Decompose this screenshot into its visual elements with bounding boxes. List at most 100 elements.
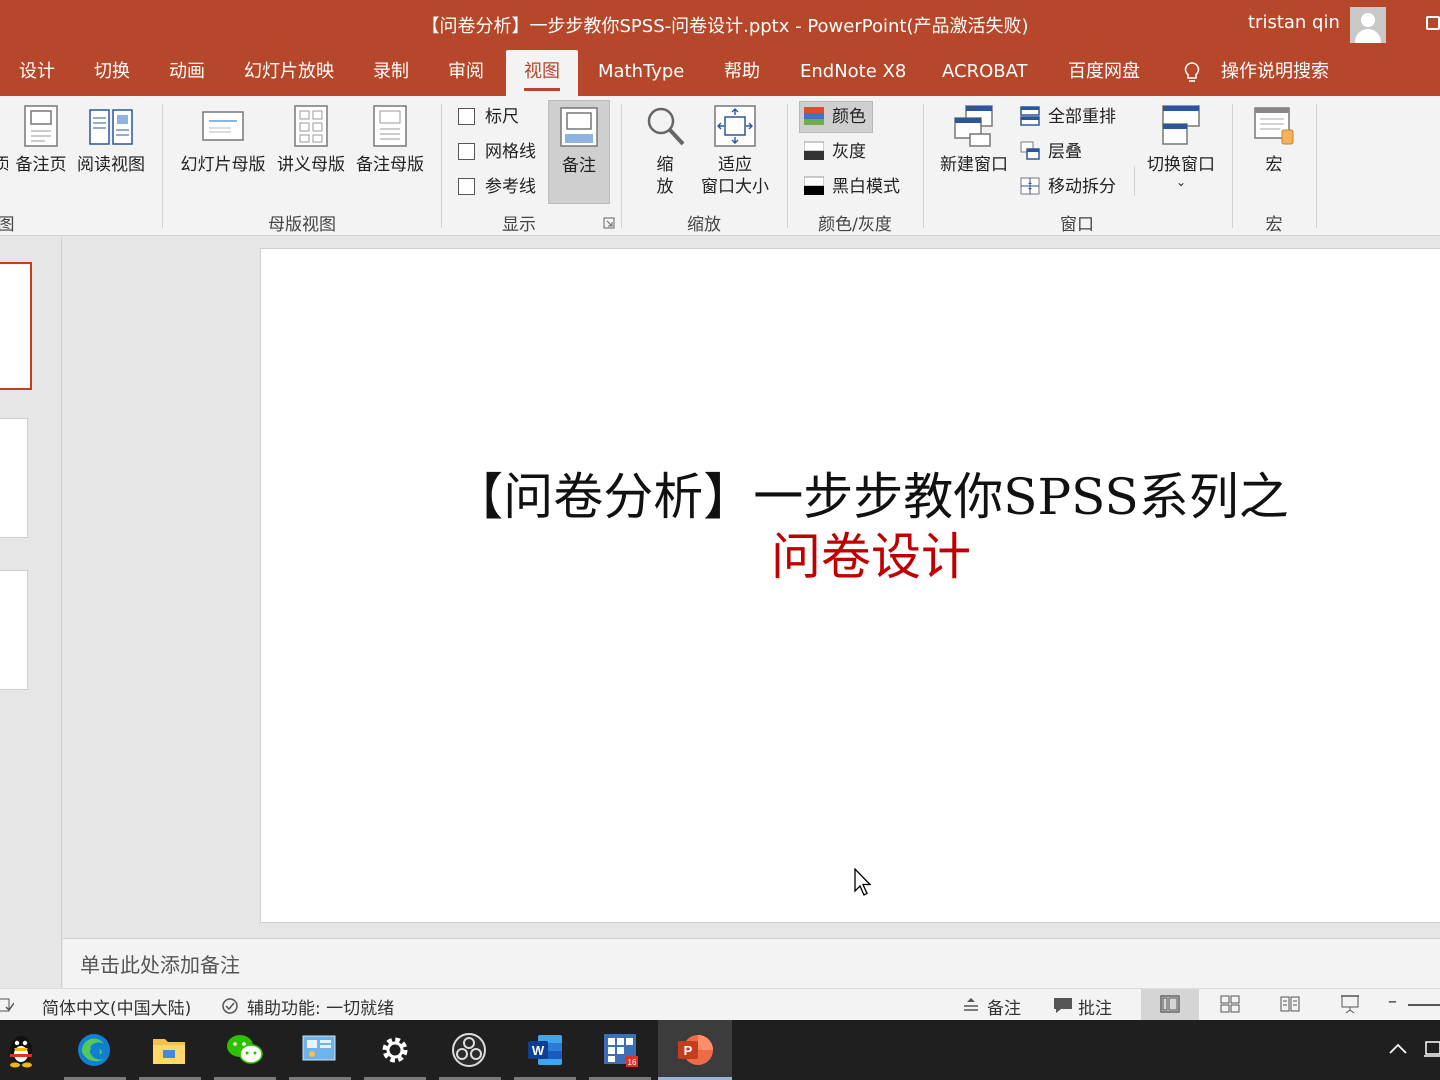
- switch-windows-icon: [1162, 105, 1200, 145]
- tab-acrobat[interactable]: ACROBAT: [927, 50, 1043, 96]
- accessibility-status[interactable]: 辅助功能: 一切就绪: [247, 994, 394, 1019]
- notes-status-button[interactable]: 备注: [987, 994, 1021, 1019]
- slideshow-view-button[interactable]: [1321, 989, 1379, 1021]
- reading-view-status-button[interactable]: [1261, 989, 1319, 1021]
- taskbar-file-explorer[interactable]: [139, 1020, 213, 1080]
- grayscale-button[interactable]: 灰度: [804, 137, 866, 167]
- taskbar-control-panel[interactable]: [289, 1020, 363, 1080]
- powerpoint-icon: P: [678, 1035, 713, 1065]
- comments-status-button[interactable]: 批注: [1078, 994, 1112, 1019]
- macros-button[interactable]: 宏: [1246, 104, 1302, 176]
- taskbar-powerpoint[interactable]: P: [658, 1020, 732, 1080]
- zoom-button[interactable]: 缩放: [638, 104, 692, 198]
- chevron-up-icon[interactable]: [1388, 1042, 1408, 1056]
- group-label-zoom: 缩放: [687, 215, 721, 235]
- folder-icon: [153, 1039, 185, 1064]
- restore-window-icon[interactable]: [1426, 16, 1440, 30]
- notes-page-button[interactable]: 备注页: [12, 104, 70, 176]
- tab-help[interactable]: 帮助: [709, 50, 775, 96]
- black-white-button[interactable]: 黑白模式: [804, 172, 900, 202]
- notes-pane[interactable]: 单击此处添加备注: [63, 938, 1440, 988]
- tab-animations[interactable]: 动画: [154, 50, 220, 96]
- tab-design[interactable]: 设计: [4, 50, 70, 96]
- fit-to-window-button[interactable]: 适应 窗口大小: [696, 104, 774, 198]
- group-label-window: 窗口: [1060, 215, 1094, 235]
- grayscale-swatch-icon: [804, 141, 824, 160]
- taskbar-settings[interactable]: [364, 1020, 438, 1080]
- tab-mathtype[interactable]: MathType: [583, 50, 699, 96]
- arrange-all-icon: [1020, 106, 1040, 126]
- notes-page-icon: [24, 105, 58, 147]
- cascade-button[interactable]: 层叠: [1020, 137, 1082, 167]
- dialog-launcher-icon[interactable]: [603, 217, 615, 229]
- normal-view-button[interactable]: [1141, 989, 1199, 1021]
- zoom-slider[interactable]: [1408, 1004, 1440, 1006]
- slide-master-icon: [202, 111, 244, 141]
- network-icon[interactable]: [1422, 1038, 1440, 1062]
- svg-text:W: W: [532, 1043, 545, 1058]
- notes-master-button[interactable]: 备注母版: [352, 104, 428, 176]
- arrange-all-button[interactable]: 全部重排: [1020, 102, 1116, 132]
- slide-thumbnail[interactable]: [0, 418, 28, 538]
- language-status[interactable]: 简体中文(中国大陆): [42, 994, 191, 1019]
- projector-icon: [1341, 995, 1359, 1014]
- taskbar-wechat[interactable]: [214, 1020, 288, 1080]
- taskbar-tiles-app[interactable]: 16: [589, 1020, 663, 1080]
- qq-penguin-icon: [10, 1036, 32, 1068]
- color-button[interactable]: 颜色: [799, 101, 873, 133]
- ruler-checkbox[interactable]: 标尺: [458, 102, 519, 132]
- accessibility-icon: [222, 998, 238, 1014]
- tab-transitions[interactable]: 切换: [79, 50, 145, 96]
- control-panel-icon: [302, 1035, 336, 1061]
- guides-checkbox[interactable]: 参考线: [458, 172, 536, 202]
- ribbon-tabs: 设计 切换 动画 幻灯片放映 录制 审阅 视图 MathType 帮助 EndN…: [0, 50, 1440, 96]
- group-label-color: 颜色/灰度: [818, 215, 892, 235]
- slide-thumbnails-panel[interactable]: [0, 237, 62, 987]
- macros-icon: [1254, 107, 1294, 145]
- tab-endnote[interactable]: EndNote X8: [785, 50, 921, 96]
- notes-toggle-button[interactable]: 备注: [548, 100, 610, 204]
- slide-sorter-view-button[interactable]: [1201, 989, 1259, 1021]
- slide-title-line1: 【问卷分析】一步步教你SPSS系列之: [453, 468, 1289, 526]
- reading-view-button[interactable]: 阅读视图: [74, 104, 148, 176]
- taskbar-edge[interactable]: [64, 1020, 138, 1080]
- group-label-views: 图: [0, 215, 15, 235]
- slide-canvas[interactable]: 【问卷分析】一步步教你SPSS系列之 问卷设计: [260, 248, 1440, 923]
- new-window-button[interactable]: 新建窗口: [936, 104, 1012, 176]
- obs-studio-icon: [452, 1033, 486, 1067]
- slide-title-line2: 问卷设计: [771, 528, 971, 586]
- handout-master-icon: [294, 105, 328, 147]
- avatar[interactable]: [1350, 7, 1386, 43]
- tab-view[interactable]: 视图: [506, 50, 578, 96]
- tab-slideshow[interactable]: 幻灯片放映: [229, 50, 349, 96]
- comment-icon: [1054, 998, 1072, 1013]
- spell-check-icon[interactable]: [0, 997, 14, 1013]
- title-bar: 【问卷分析】一步步教你SPSS-问卷设计.pptx - PowerPoint(产…: [0, 0, 1440, 50]
- gridlines-checkbox[interactable]: 网格线: [458, 137, 536, 167]
- tab-baidu-netdisk[interactable]: 百度网盘: [1053, 50, 1155, 96]
- window-title: 【问卷分析】一步步教你SPSS-问卷设计.pptx - PowerPoint(产…: [421, 16, 1029, 37]
- slide-thumbnail[interactable]: [0, 262, 32, 390]
- color-swatch-icon: [804, 107, 824, 125]
- slide-master-button[interactable]: 幻灯片母版: [176, 104, 270, 176]
- switch-windows-button[interactable]: 切换窗口 ⌄: [1142, 104, 1220, 188]
- partial-view-button[interactable]: 页: [0, 104, 8, 176]
- handout-master-button[interactable]: 讲义母版: [274, 104, 348, 176]
- fit-window-icon: [714, 105, 756, 147]
- notes-placeholder: 单击此处添加备注: [80, 953, 240, 977]
- zoom-out-button[interactable]: –: [1388, 991, 1397, 1012]
- taskbar-word[interactable]: W: [514, 1020, 588, 1080]
- magnifier-icon: [647, 107, 685, 146]
- tab-review[interactable]: 审阅: [433, 50, 499, 96]
- move-split-button[interactable]: 移动拆分: [1020, 172, 1116, 202]
- reading-view-icon: [89, 109, 133, 145]
- tell-me-search[interactable]: 操作说明搜索: [1206, 50, 1344, 96]
- tab-record[interactable]: 录制: [358, 50, 424, 96]
- user-name[interactable]: tristan qin: [1248, 12, 1340, 33]
- slide-thumbnail[interactable]: [0, 570, 28, 690]
- taskbar-qq[interactable]: [0, 1020, 57, 1080]
- taskbar-obs[interactable]: [439, 1020, 513, 1080]
- notes-master-icon: [373, 105, 407, 147]
- slide-title[interactable]: 【问卷分析】一步步教你SPSS系列之 问卷设计: [441, 467, 1301, 587]
- status-bar: 简体中文(中国大陆) 辅助功能: 一切就绪 备注 批注 –: [0, 988, 1440, 1021]
